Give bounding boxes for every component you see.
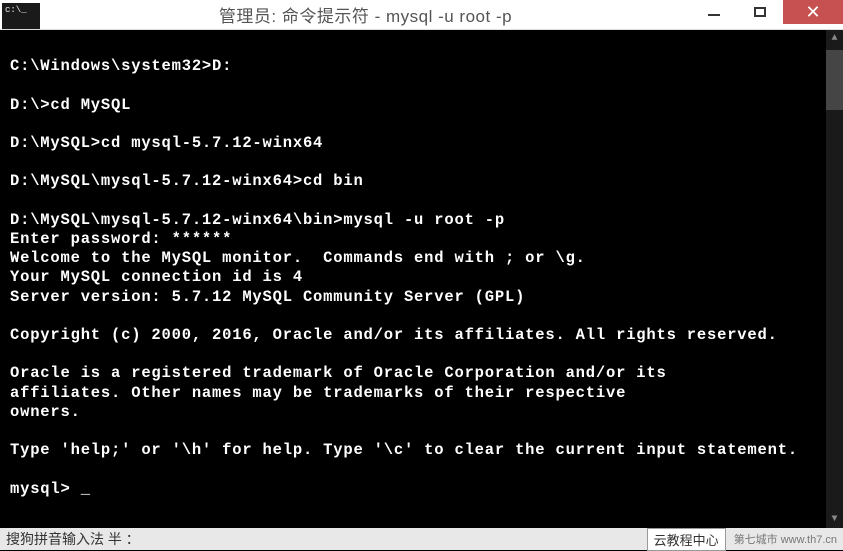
ime-text: 搜狗拼音输入法 半 ： bbox=[6, 529, 140, 549]
titlebar[interactable]: c:\_ 管理员: 命令提示符 - mysql -u root -p ✕ bbox=[0, 0, 843, 30]
maximize-button[interactable] bbox=[737, 0, 783, 24]
ime-status: 搜狗拼音输入法 半 ： bbox=[6, 529, 140, 549]
scrollbar[interactable]: ▲ ▼ bbox=[826, 30, 843, 528]
app-icon[interactable]: c:\_ bbox=[2, 3, 40, 29]
ime-right: 云教程中心 第七城市 www.th7.cn bbox=[647, 528, 837, 551]
close-button[interactable]: ✕ bbox=[783, 0, 843, 24]
scroll-thumb[interactable] bbox=[826, 50, 843, 110]
app-icon-text: c:\_ bbox=[2, 3, 30, 17]
minimize-button[interactable] bbox=[691, 0, 737, 24]
minimize-icon bbox=[708, 13, 720, 16]
maximize-icon bbox=[754, 7, 766, 17]
window-title: 管理员: 命令提示符 - mysql -u root -p bbox=[40, 2, 691, 27]
terminal[interactable]: C:\Windows\system32>D: D:\>cd MySQL D:\M… bbox=[0, 30, 843, 528]
ime-tag[interactable]: 云教程中心 bbox=[647, 528, 726, 551]
close-icon: ✕ bbox=[805, 3, 820, 21]
scroll-down-icon[interactable]: ▼ bbox=[826, 511, 843, 528]
terminal-output[interactable]: C:\Windows\system32>D: D:\>cd MySQL D:\M… bbox=[0, 30, 826, 528]
scroll-up-icon[interactable]: ▲ bbox=[826, 30, 843, 47]
window-controls: ✕ bbox=[691, 0, 843, 30]
ime-footer: 第七城市 www.th7.cn bbox=[734, 531, 837, 547]
ime-bar: 搜狗拼音输入法 半 ： 云教程中心 第七城市 www.th7.cn bbox=[0, 528, 843, 550]
